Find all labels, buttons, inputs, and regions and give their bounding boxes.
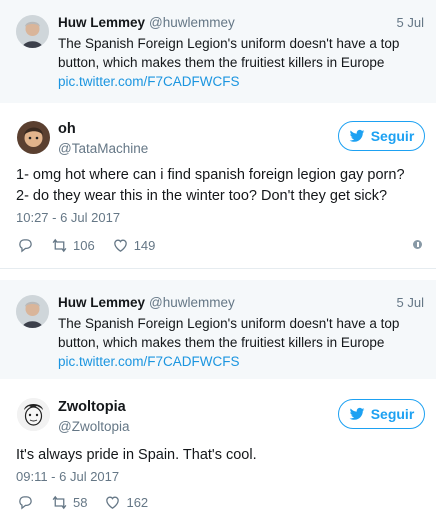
- info-icon[interactable]: [413, 240, 422, 249]
- author-handle[interactable]: @huwlemmey: [149, 15, 235, 30]
- retweet-count: 58: [73, 494, 88, 510]
- author-name[interactable]: oh: [58, 121, 76, 137]
- reply-button[interactable]: [17, 237, 34, 254]
- like-icon: [106, 496, 120, 509]
- media-link[interactable]: pic.twitter.com/F7CADFWCFS: [58, 72, 428, 91]
- tweet-timestamp[interactable]: 10:27 - 6 Jul 2017: [16, 210, 120, 225]
- author-name[interactable]: Zwoltopia: [58, 399, 126, 415]
- retweet-count: 106: [73, 237, 95, 253]
- avatar[interactable]: [17, 121, 50, 154]
- tweet: Zwoltopia @Zwoltopia Seguir It's always …: [0, 382, 436, 513]
- like-icon: [113, 239, 127, 252]
- twitter-bird-icon: [349, 129, 365, 142]
- tweet-text-content: The Spanish Foreign Legion's uniform doe…: [58, 316, 400, 350]
- media-link[interactable]: pic.twitter.com/F7CADFWCFS: [58, 352, 428, 371]
- author-handle[interactable]: @huwlemmey: [149, 295, 235, 310]
- reply-button[interactable]: [17, 494, 34, 511]
- tweet-text: 1- omg hot where can i find spanish fore…: [16, 165, 426, 207]
- tweet-text: It's always pride in Spain. That's cool.: [16, 447, 257, 463]
- avatar[interactable]: [16, 295, 49, 328]
- tweet-text-content: The Spanish Foreign Legion's uniform doe…: [58, 36, 400, 70]
- tweet-timestamp[interactable]: 09:11 - 6 Jul 2017: [16, 469, 119, 484]
- tweet-text: The Spanish Foreign Legion's uniform doe…: [58, 34, 428, 91]
- tweet-line: 1- omg hot where can i find spanish fore…: [16, 167, 405, 183]
- retweet-icon: [52, 495, 67, 509]
- author-name[interactable]: Huw Lemmey @huwlemmey: [58, 295, 235, 310]
- author-handle[interactable]: @Zwoltopia: [58, 419, 129, 434]
- tweet-line: 2- do they wear this in the winter too? …: [16, 188, 388, 204]
- author-handle[interactable]: @TataMachine: [58, 141, 148, 156]
- tweet-actions: 106 149: [17, 235, 172, 255]
- tweet-date[interactable]: 5 Jul: [397, 295, 424, 310]
- tweet-actions: 58 162: [17, 492, 165, 512]
- twitter-bird-icon: [349, 407, 365, 420]
- follow-label: Seguir: [370, 128, 415, 144]
- reply-icon: [19, 238, 32, 252]
- retweet-icon: [52, 238, 67, 252]
- retweet-button[interactable]: 106: [51, 237, 95, 254]
- avatar[interactable]: [17, 398, 50, 431]
- author-name[interactable]: Huw Lemmey @huwlemmey: [58, 15, 235, 30]
- like-count: 149: [133, 237, 156, 253]
- like-button[interactable]: 149: [112, 237, 156, 254]
- follow-label: Seguir: [370, 406, 415, 422]
- quoted-tweet[interactable]: Huw Lemmey @huwlemmey 5 Jul The Spanish F…: [0, 280, 436, 379]
- follow-button[interactable]: Seguir: [338, 121, 425, 151]
- tweet-date[interactable]: 5 Jul: [397, 15, 424, 30]
- like-button[interactable]: 162: [104, 494, 148, 511]
- retweet-button[interactable]: 58: [51, 494, 87, 511]
- follow-button[interactable]: Seguir: [338, 399, 425, 429]
- quoted-tweet[interactable]: Huw Lemmey @huwlemmey 5 Jul The Spanish F…: [0, 0, 436, 103]
- divider: [0, 268, 436, 269]
- tweet: oh @TataMachine Seguir 1- omg hot where …: [0, 103, 436, 268]
- reply-icon: [19, 495, 32, 509]
- avatar[interactable]: [16, 15, 49, 48]
- like-count: 162: [126, 494, 149, 510]
- tweet-text: The Spanish Foreign Legion's uniform doe…: [58, 314, 428, 371]
